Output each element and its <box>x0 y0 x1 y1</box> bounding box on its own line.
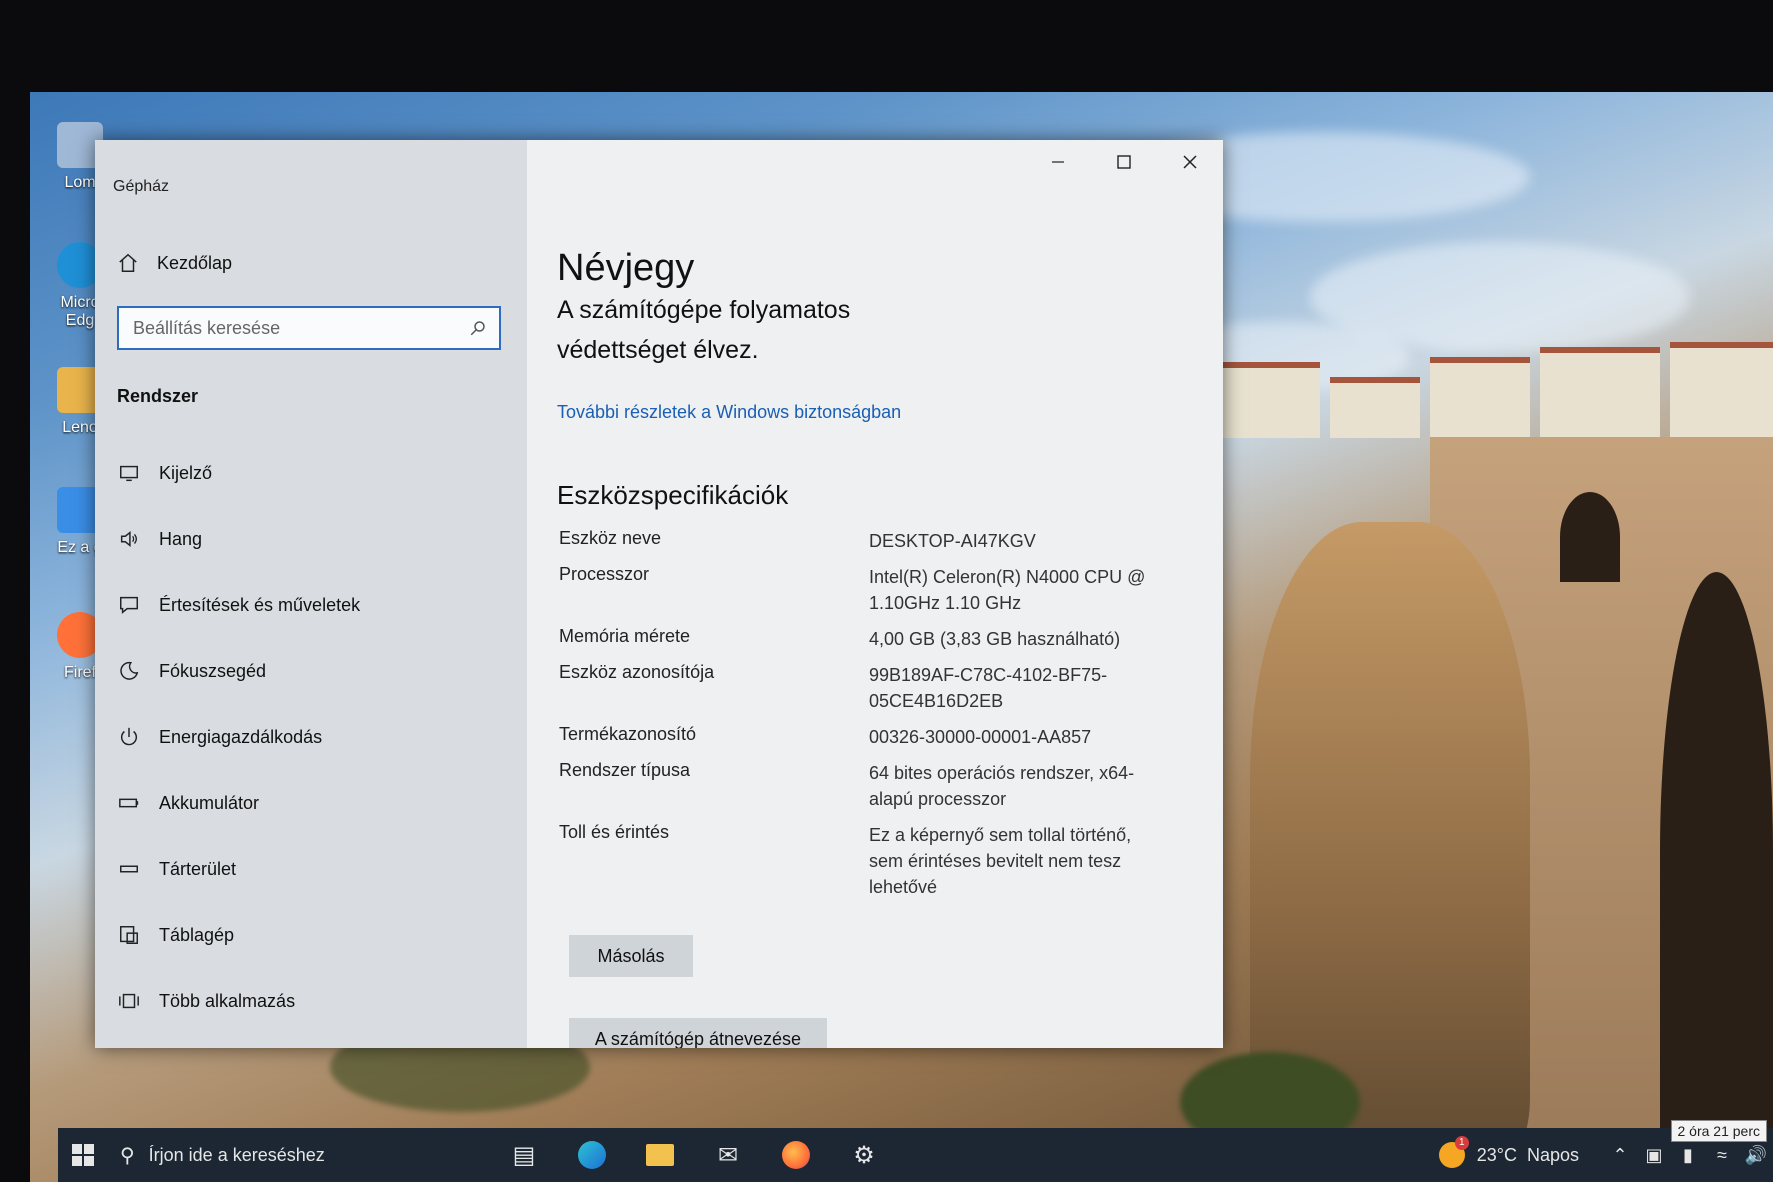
task-view-icon: ▤ <box>512 1141 536 1169</box>
volume-icon[interactable]: 🔊 <box>1739 1145 1773 1166</box>
main-content: Névjegy A számítógépe folyamatos védetts… <box>527 140 1223 1048</box>
multitask-icon <box>117 989 141 1013</box>
sidebar-item-display[interactable]: Kijelző <box>117 440 360 506</box>
minimize-icon <box>1052 161 1064 163</box>
tray-device-icon[interactable]: ▣ <box>1637 1145 1671 1166</box>
weather-condition: Napos <box>1526 1144 1579 1165</box>
wallpaper-building <box>1540 347 1660 438</box>
tablet-icon <box>117 923 141 947</box>
wallpaper-building <box>1210 362 1320 438</box>
taskbar-search[interactable]: ⚲ Írjon ide a kereséshez <box>108 1128 490 1182</box>
window-controls <box>1025 140 1223 184</box>
sidebar-item-home[interactable]: Kezdőlap <box>117 252 232 274</box>
security-details-link[interactable]: További részletek a Windows biztonságban <box>557 402 901 423</box>
weather-temperature: 23°C <box>1476 1144 1517 1165</box>
weather-widget[interactable]: 1 23°C Napos <box>1438 1136 1579 1168</box>
taskbar-edge[interactable] <box>558 1128 626 1182</box>
sidebar-item-focus-assist[interactable]: Fókuszsegéd <box>117 638 360 704</box>
sidebar-item-power[interactable]: Energiagazdálkodás <box>117 704 360 770</box>
storage-icon <box>117 857 141 881</box>
spec-row: Termékazonosító 00326-30000-00001-AA857 <box>559 724 1092 747</box>
taskbar-file-explorer[interactable] <box>626 1128 694 1182</box>
maximize-button[interactable] <box>1091 140 1157 184</box>
sidebar-item-storage[interactable]: Tárterület <box>117 836 360 902</box>
sidebar-item-label: Kezdőlap <box>157 252 233 273</box>
windows-logo-icon <box>72 1144 94 1166</box>
speaker-icon <box>117 527 141 551</box>
sidebar-item-sound[interactable]: Hang <box>117 506 360 572</box>
sidebar-item-tablet[interactable]: Táblagép <box>117 902 360 968</box>
power-icon <box>117 725 141 749</box>
notification-icon <box>117 593 141 617</box>
sidebar-item-notifications[interactable]: Értesítések és műveletek <box>117 572 360 638</box>
moon-icon <box>117 659 141 683</box>
minimize-button[interactable] <box>1025 140 1091 184</box>
close-button[interactable] <box>1157 140 1223 184</box>
show-hidden-icons-button[interactable]: ⌃ <box>1603 1145 1637 1166</box>
wallpaper-arch <box>1560 492 1620 582</box>
spec-row: Memória mérete 4,00 GB (3,83 GB használha… <box>559 626 1121 649</box>
search-box[interactable] <box>117 306 501 350</box>
maximize-icon <box>1117 155 1131 169</box>
protection-status: A számítógépe folyamatos védettséget élv… <box>557 296 851 364</box>
wallpaper-building <box>1430 357 1530 438</box>
task-view-button[interactable]: ▤ <box>490 1128 558 1182</box>
search-icon: ⚲ <box>120 1144 135 1167</box>
chevron-up-icon: ⌃ <box>1612 1144 1628 1165</box>
battery-tooltip: 2 óra 21 perc <box>1670 1120 1767 1142</box>
weather-sun-icon: 1 <box>1438 1136 1469 1168</box>
search-input[interactable] <box>131 316 469 340</box>
sidebar-nav: Kijelző Hang Értesítések és műveletek Fó… <box>117 440 360 1034</box>
sidebar-item-multitasking[interactable]: Több alkalmazás <box>117 968 360 1034</box>
device-specs-heading: Eszközspecifikációk <box>557 480 789 510</box>
home-icon <box>119 253 137 272</box>
wallpaper-arch <box>1660 572 1773 1132</box>
copy-button[interactable]: Másolás <box>569 935 693 977</box>
page-title: Névjegy <box>557 247 695 290</box>
spec-row: Eszköz neve DESKTOP-AI47KGV <box>559 528 1036 551</box>
settings-icon: ⚙ <box>853 1141 875 1169</box>
window-title: Gépház <box>113 178 170 195</box>
sidebar: Gépház Kezdőlap Rendszer Kijelző Hang Ér… <box>95 140 527 1048</box>
battery-status-icon[interactable]: ▮ <box>1671 1145 1705 1166</box>
taskbar: ⚲ Írjon ide a kereséshez ▤ ✉ ⚙ 1 23°C Na… <box>58 1128 1773 1182</box>
spec-row: Toll és érintés Ez a képernyő sem tollal … <box>559 822 1132 897</box>
sidebar-item-battery[interactable]: Akkumulátor <box>117 770 360 836</box>
search-icon[interactable] <box>469 319 487 337</box>
taskbar-firefox[interactable] <box>762 1128 830 1182</box>
rename-pc-button[interactable]: A számítógép átnevezése <box>569 1018 827 1048</box>
wallpaper-building <box>1670 342 1773 438</box>
device-specs-table: Eszköz neve DESKTOP-AI47KGV Processzor Int… <box>559 528 1179 910</box>
edge-icon <box>578 1141 606 1169</box>
mail-icon: ✉ <box>717 1141 739 1169</box>
weather-badge: 1 <box>1454 1136 1469 1150</box>
taskbar-search-placeholder: Írjon ide a kereséshez <box>148 1144 325 1165</box>
spec-row: Processzor Intel(R) Celeron(R) N4000 CPU … <box>559 564 1146 613</box>
close-icon <box>1183 155 1197 169</box>
taskbar-settings[interactable]: ⚙ <box>830 1128 898 1182</box>
spec-row: Eszköz azonosítója 99B189AF-C78C-4102-BF7… <box>559 662 1108 711</box>
start-button[interactable] <box>58 1128 108 1182</box>
file-explorer-icon <box>646 1144 674 1166</box>
section-title: Rendszer <box>117 386 199 406</box>
settings-window: Gépház Kezdőlap Rendszer Kijelző Hang Ér… <box>95 140 1223 1048</box>
spec-row: Rendszer típusa 64 bites operációs rendsz… <box>559 760 1135 809</box>
firefox-icon <box>782 1141 810 1169</box>
wifi-icon[interactable]: ≈ <box>1705 1145 1739 1166</box>
monitor-icon <box>117 461 141 485</box>
taskbar-mail[interactable]: ✉ <box>694 1128 762 1182</box>
battery-icon <box>117 791 141 815</box>
wallpaper-building <box>1330 377 1420 438</box>
